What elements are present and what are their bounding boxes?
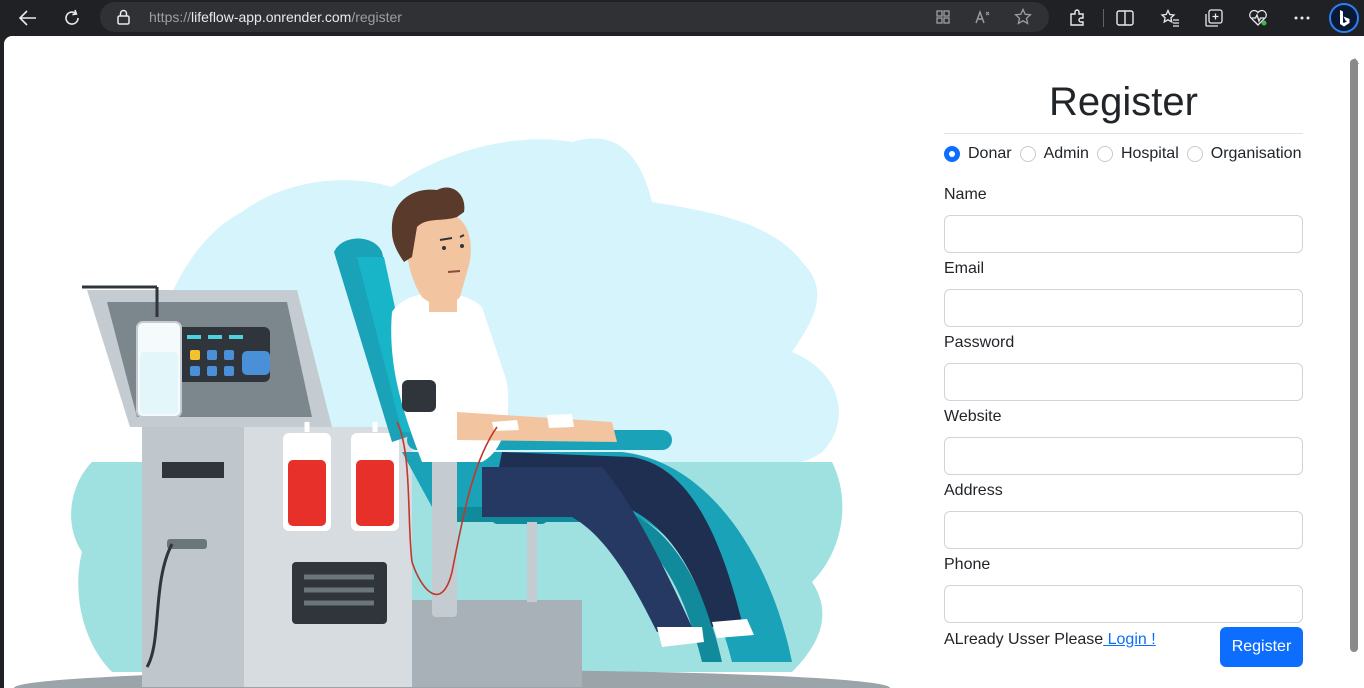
copilot-icon[interactable] [1328, 2, 1360, 34]
role-label-donar: Donar [968, 145, 1012, 162]
email-input[interactable] [944, 289, 1303, 327]
address-label: Address [944, 482, 1003, 499]
url-text: https://lifeflow-app.onrender.com/regist… [149, 9, 402, 25]
page-viewport: Register Donar Admin Hospital Organisati… [4, 36, 1364, 688]
name-input[interactable] [944, 215, 1303, 253]
role-label-admin: Admin [1043, 145, 1089, 162]
role-option-admin[interactable]: Admin [1019, 145, 1089, 163]
back-icon[interactable] [13, 3, 43, 33]
role-option-donar[interactable]: Donar [944, 145, 1012, 163]
read-aloud-icon[interactable] [975, 8, 993, 26]
website-label: Website [944, 408, 1002, 425]
title-divider [944, 133, 1303, 134]
url-path: /register [351, 9, 402, 25]
more-icon[interactable] [1287, 3, 1317, 33]
role-label-hospital: Hospital [1120, 145, 1179, 162]
browser-toolbar: https://lifeflow-app.onrender.com/regist… [0, 0, 1364, 36]
extensions-icon[interactable] [1062, 3, 1092, 33]
role-option-organisation[interactable]: Organisation [1186, 145, 1302, 163]
register-form: Register Donar Admin Hospital Organisati… [944, 36, 1303, 688]
phone-label: Phone [944, 556, 991, 573]
radio-hospital[interactable] [1096, 146, 1113, 162]
password-label: Password [944, 334, 1015, 351]
password-input[interactable] [944, 363, 1303, 401]
lock-icon[interactable] [117, 9, 130, 30]
website-input[interactable] [944, 437, 1303, 475]
login-link[interactable]: Login ! [1103, 631, 1156, 648]
email-label: Email [944, 260, 985, 277]
address-input[interactable] [944, 511, 1303, 549]
refresh-icon[interactable] [57, 3, 87, 33]
scrollbar-thumb[interactable] [1350, 59, 1358, 652]
login-prompt-text: ALready Usser Please [944, 631, 1104, 648]
role-option-hospital[interactable]: Hospital [1096, 145, 1179, 163]
favorite-star-icon[interactable] [1014, 8, 1032, 26]
role-label-organisation: Organisation [1210, 145, 1302, 162]
collections-icon[interactable] [1199, 3, 1229, 33]
app-available-icon[interactable] [934, 8, 952, 26]
blood-donation-illustration [14, 138, 890, 688]
address-bar[interactable]: https://lifeflow-app.onrender.com/regist… [100, 2, 1049, 32]
login-prompt: ALready Usser Please Login ! [944, 631, 1156, 649]
split-screen-icon[interactable] [1110, 3, 1140, 33]
radio-donar[interactable] [944, 146, 960, 162]
register-button[interactable]: Register [1220, 627, 1303, 667]
radio-organisation[interactable] [1186, 146, 1203, 162]
browser-essentials-icon[interactable] [1243, 3, 1273, 33]
page-title: Register [1049, 80, 1198, 124]
url-host: lifeflow-app.onrender.com [191, 9, 352, 25]
radio-admin[interactable] [1019, 146, 1036, 162]
name-label: Name [944, 186, 987, 203]
url-scheme: https:// [149, 9, 192, 25]
phone-input[interactable] [944, 585, 1303, 623]
favorites-icon[interactable] [1155, 3, 1185, 33]
role-radio-group: Donar Admin Hospital Organisation [944, 144, 1303, 164]
toolbar-separator [1103, 9, 1104, 27]
